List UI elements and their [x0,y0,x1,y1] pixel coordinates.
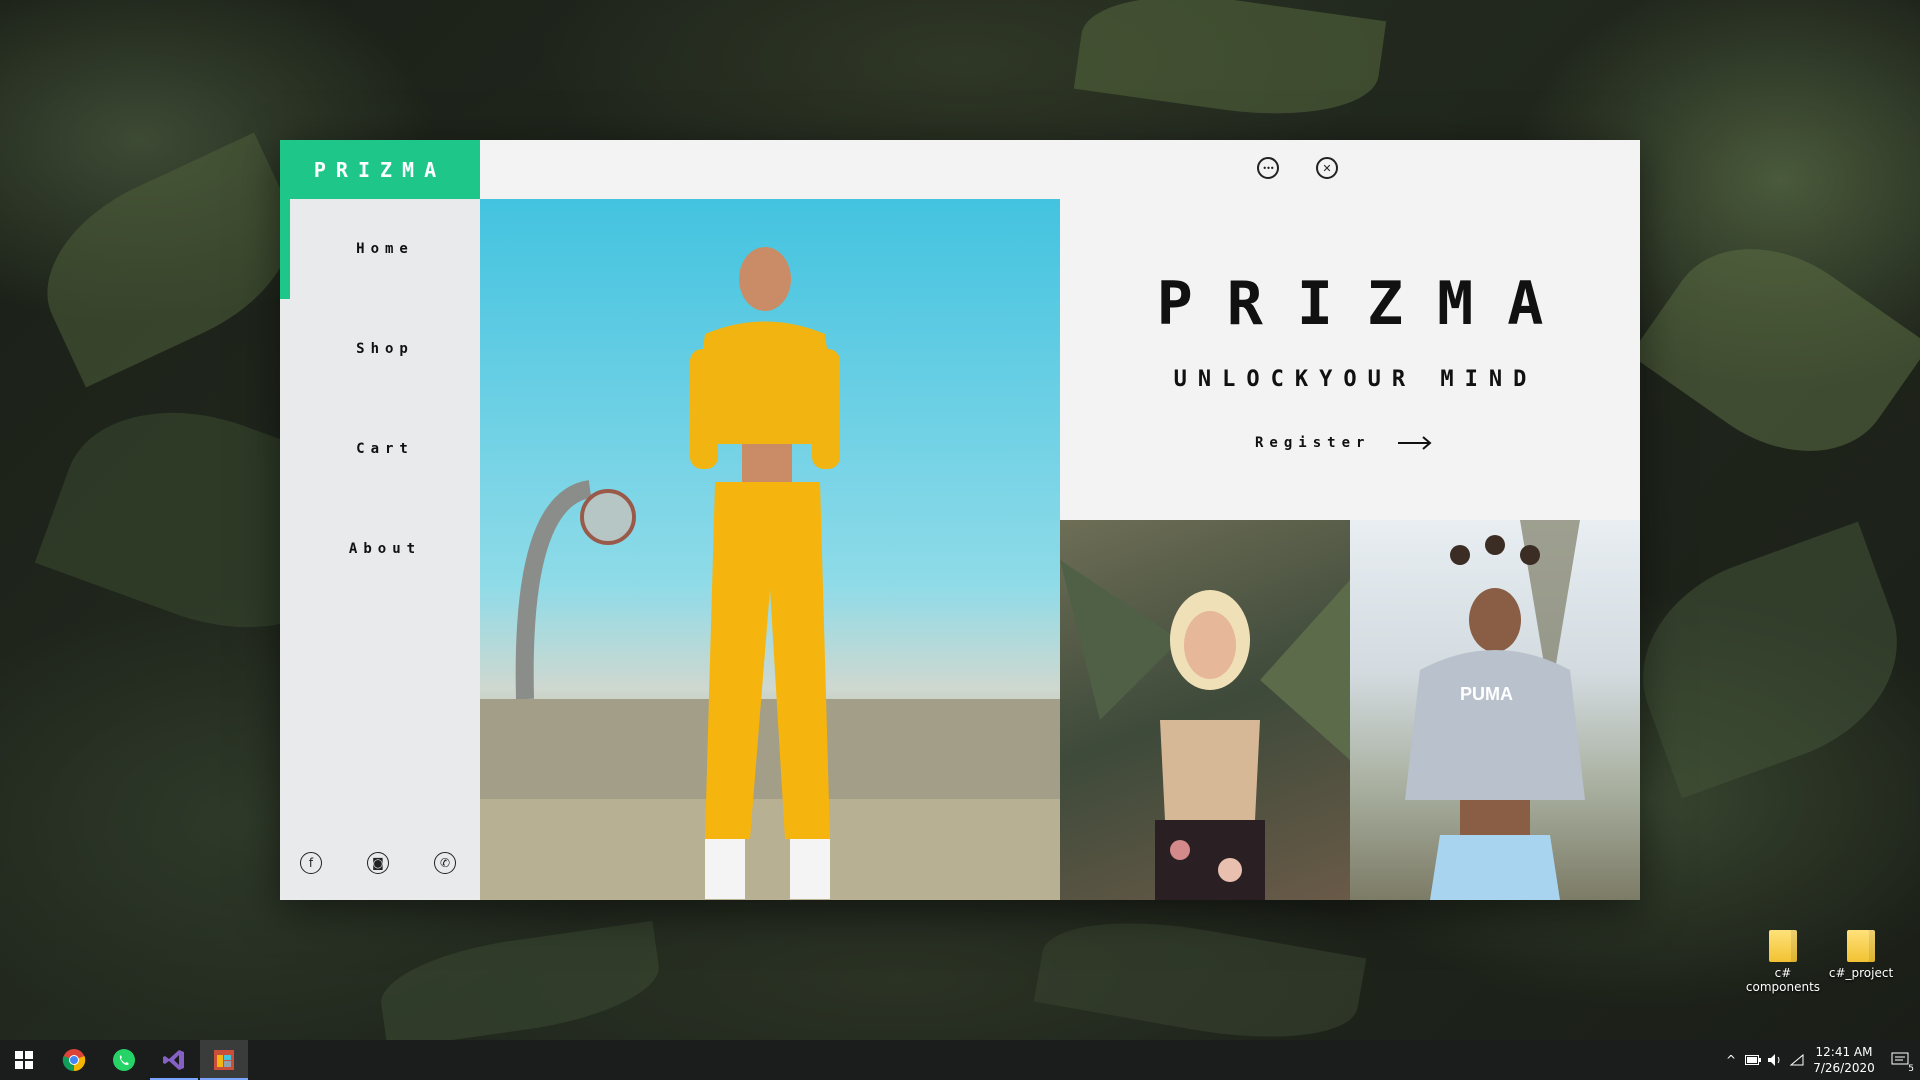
leaf-decoration [18,132,322,388]
wifi-icon [1789,1053,1804,1066]
whatsapp-icon[interactable]: ✆ [434,852,456,874]
taskbar-prizma-app[interactable] [200,1040,248,1080]
notification-center-icon [1891,1052,1909,1065]
desktop-icon-label: components [1745,980,1821,994]
more-options-icon: ••• [1262,163,1274,173]
notification-count-badge: 5 [1908,1064,1914,1074]
desktop-icon-c-components[interactable]: c# components [1738,930,1828,994]
nav-item-shop[interactable]: Shop [290,299,480,399]
start-button[interactable] [0,1040,48,1080]
taskbar-whatsapp[interactable] [100,1040,148,1080]
volume-icon[interactable] [1764,1040,1786,1080]
hero-subtitle: UNLOCKYOUR MIND [1173,367,1538,392]
hero-photo-illustration [480,247,1060,900]
nav-item-cart[interactable]: Cart [290,399,480,499]
system-tray: ^ 12:41 AM 7/26/2020 5 [1720,1040,1920,1080]
svg-text:PUMA: PUMA [1460,684,1513,704]
battery-icon-glyph [1745,1055,1761,1065]
brand-logo: PRIZMA [280,140,480,199]
whatsapp-icon [113,1049,135,1071]
desktop-background: PRIZMA Home Shop Cart About f ◙ ✆ PRIZMA… [0,0,1920,1080]
chevron-up-icon: ^ [1725,1053,1737,1067]
leaf-decoration [1073,0,1387,131]
active-nav-indicator [280,199,290,299]
close-icon: ✕ [1322,161,1332,175]
taskbar-visual-studio[interactable] [150,1040,198,1080]
clock-date: 7/26/2020 [1813,1061,1875,1075]
clock-time: 12:41 AM [1815,1045,1873,1059]
windows-logo-icon [15,1051,33,1069]
register-button[interactable]: Register [1255,435,1432,451]
leaf-decoration [1033,902,1367,1058]
model-photo-hoodie: PUMA [1350,520,1640,900]
register-label: Register [1255,435,1371,451]
folder-icon [1769,930,1797,962]
show-hidden-icons-button[interactable]: ^ [1720,1040,1742,1080]
arrow-right-icon [1398,436,1432,450]
leaf-decoration [1613,521,1920,799]
model-photo-blonde-illustration [1060,560,1350,900]
model-photo-hoodie-illustration: PUMA [1405,520,1585,900]
folder-icon [1847,930,1875,962]
hero-section: PRIZMA UNLOCKYOUR MIND Register [1060,199,1640,520]
visual-studio-icon [163,1050,184,1070]
hero-title: PRIZMA [1156,269,1578,339]
nav-item-about[interactable]: About [290,499,480,599]
taskbar-chrome[interactable] [50,1040,98,1080]
network-icon[interactable] [1786,1040,1808,1080]
model-photo-blonde [1060,520,1350,900]
facebook-icon[interactable]: f [300,852,322,874]
hero-photo [480,199,1060,900]
close-button[interactable]: ✕ [1316,157,1338,179]
instagram-icon[interactable]: ◙ [367,852,389,874]
battery-icon[interactable] [1742,1040,1764,1080]
leaf-decoration [1630,207,1920,493]
more-options-button[interactable]: ••• [1257,157,1279,179]
title-bar[interactable] [480,140,1640,199]
chrome-icon [62,1049,86,1072]
leaf-decoration [375,920,665,1050]
desktop-icon-c-project[interactable]: c#_project [1816,930,1906,980]
speaker-icon [1768,1054,1780,1066]
app-window-icon [214,1050,234,1070]
clock[interactable]: 12:41 AM 7/26/2020 [1808,1044,1880,1076]
prizma-app-window: PRIZMA Home Shop Cart About f ◙ ✆ PRIZMA… [280,140,1640,900]
taskbar: ^ 12:41 AM 7/26/2020 5 [0,1040,1920,1080]
desktop-icon-label: c#_project [1828,966,1894,980]
nav-item-home[interactable]: Home [290,199,480,299]
desktop-icon-label: c# [1774,966,1792,980]
notifications-button[interactable]: 5 [1880,1040,1920,1080]
